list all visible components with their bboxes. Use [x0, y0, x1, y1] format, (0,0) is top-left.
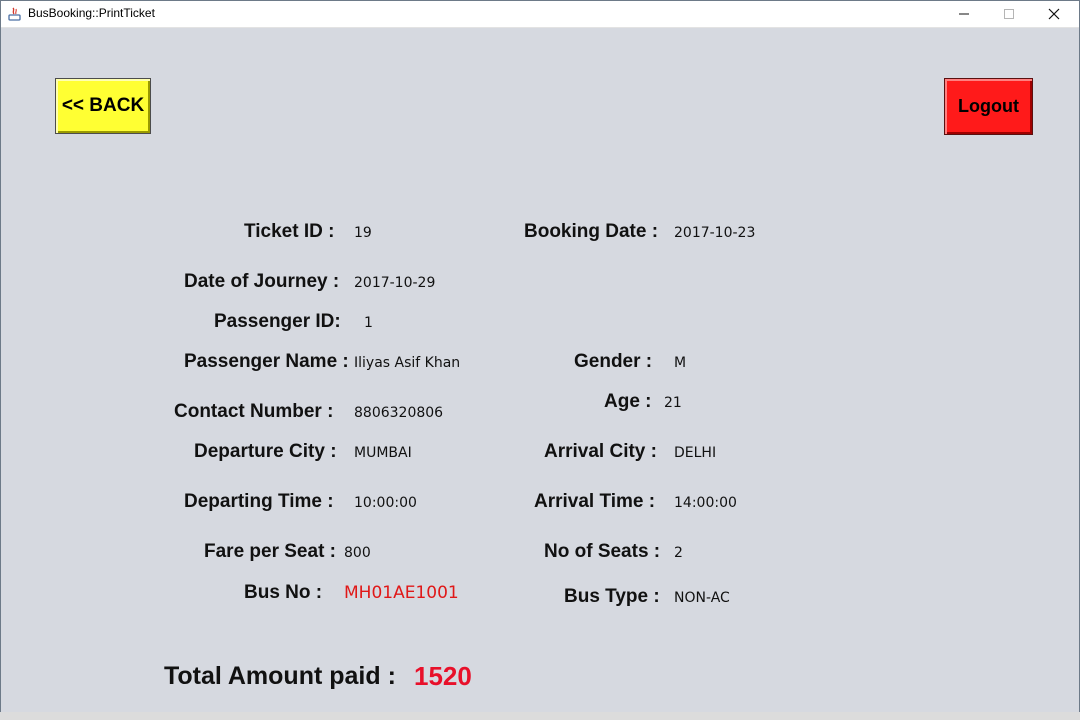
journey-date-label: Date of Journey : [184, 271, 340, 292]
arrival-city-value: DELHI [674, 445, 717, 461]
title-bar: BusBooking::PrintTicket [1, 1, 1079, 28]
departure-city-value: MUMBAI [354, 445, 412, 461]
passenger-name-value: Iliyas Asif Khan [354, 355, 461, 371]
window-title: BusBooking::PrintTicket [28, 6, 155, 20]
print-ticket-window: BusBooking::PrintTicket << BACK Logout T… [0, 0, 1080, 720]
close-icon [1048, 8, 1060, 20]
maximize-icon [1004, 9, 1014, 19]
ticket-id-label: Ticket ID : [244, 221, 335, 242]
booking-date-value: 2017-10-23 [674, 225, 756, 241]
fare-per-seat-label: Fare per Seat : [204, 541, 336, 562]
bus-no-label: Bus No : [244, 582, 323, 603]
arrival-time-value: 14:00:00 [674, 495, 737, 511]
no-of-seats-value: 2 [674, 545, 683, 561]
passenger-id-value: 1 [364, 315, 373, 331]
age-value: 21 [664, 395, 682, 411]
taskbar-edge [0, 712, 1080, 720]
bus-type-label: Bus Type : [564, 586, 660, 607]
gender-label: Gender : [574, 351, 653, 372]
bus-no-value: MH01AE1001 [344, 583, 459, 603]
total-amount-label: Total Amount paid : [164, 662, 396, 690]
contact-number-value: 8806320806 [354, 405, 444, 421]
passenger-id-label: Passenger ID: [214, 311, 341, 332]
no-of-seats-label: No of Seats : [544, 541, 661, 562]
total-amount-value: 1520 [414, 661, 472, 691]
minimize-button[interactable] [941, 1, 987, 27]
fare-per-seat-value: 800 [344, 545, 371, 561]
minimize-icon [959, 13, 969, 15]
booking-date-label: Booking Date : [524, 221, 659, 242]
passenger-name-label: Passenger Name : [184, 351, 349, 372]
age-label: Age : [604, 391, 652, 412]
departure-city-label: Departure City : [194, 441, 337, 462]
java-app-icon [8, 6, 22, 22]
close-button[interactable] [1031, 1, 1077, 27]
departing-time-label: Departing Time : [184, 491, 334, 512]
logout-button[interactable]: Logout [944, 78, 1033, 135]
arrival-time-label: Arrival Time : [534, 491, 656, 512]
bus-type-value: NON-AC [674, 590, 730, 606]
arrival-city-label: Arrival City : [544, 441, 657, 462]
gender-value: M [674, 355, 687, 371]
journey-date-value: 2017-10-29 [354, 275, 436, 291]
departing-time-value: 10:00:00 [354, 495, 417, 511]
contact-number-label: Contact Number : [174, 401, 334, 422]
ticket-id-value: 19 [354, 225, 372, 241]
back-button[interactable]: << BACK [55, 78, 151, 134]
maximize-button[interactable] [986, 1, 1032, 27]
